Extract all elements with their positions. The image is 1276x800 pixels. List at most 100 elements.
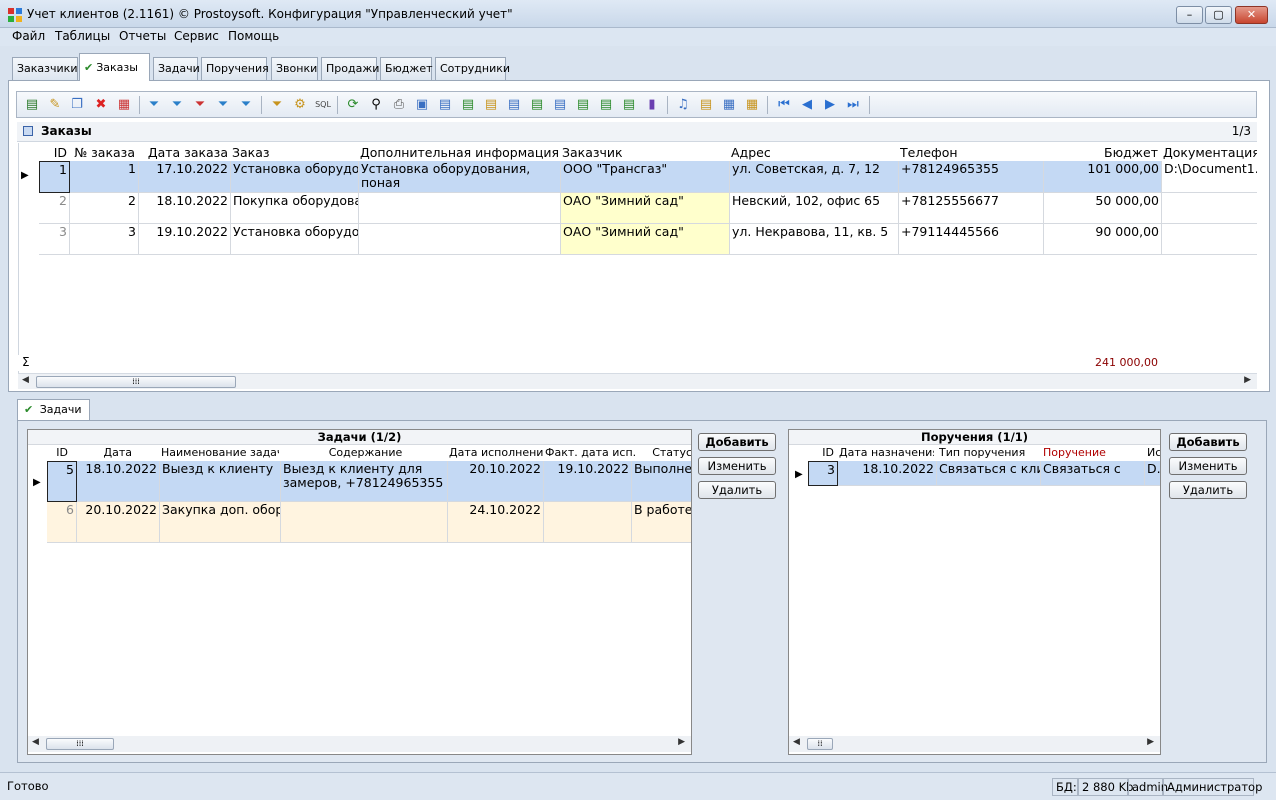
export-doc-icon[interactable]: ▤ [505, 96, 523, 114]
edit-task-button[interactable]: Изменить [698, 457, 776, 475]
col-header-assignment[interactable]: Поручение [1043, 446, 1143, 459]
chart-icon[interactable]: ▮ [643, 96, 661, 114]
scroll-left-icon[interactable]: ◀ [22, 375, 29, 385]
assignment-row-1-date[interactable]: 18.10.2022 [838, 461, 937, 486]
task-row-1-date[interactable]: 18.10.2022 [77, 461, 160, 502]
menu-tables[interactable]: Таблицы [55, 29, 110, 43]
col-header-extra[interactable]: Ис [1147, 446, 1160, 459]
filter-advanced-icon[interactable]: ⏷ [237, 96, 255, 114]
col-header-order-date[interactable]: Дата заказа [139, 145, 228, 160]
col-header-fact-date[interactable]: Факт. дата исп. [545, 446, 635, 459]
tab-calls[interactable]: Звонки [271, 57, 318, 80]
tab-assignments[interactable]: Поручения [201, 57, 269, 80]
col-header-phone[interactable]: Телефон [900, 145, 1040, 160]
task-row-1-id[interactable]: 5 [47, 461, 77, 502]
funnel-icon[interactable]: ⏷ [268, 96, 286, 114]
col-header-customer[interactable]: Заказчик [562, 145, 728, 160]
horizontal-scrollbar[interactable]: ◀ ⁞⁞⁞ ▶ [18, 373, 1257, 389]
export-excel-icon[interactable]: ▤ [459, 96, 477, 114]
export-csv-icon[interactable]: ▤ [551, 96, 569, 114]
task-row-1-status[interactable]: Выполне [632, 461, 691, 502]
tab-tasks[interactable]: Задачи [153, 57, 200, 80]
assignments-grid[interactable]: Поручения (1/1) ID Дата назначения Тип п… [788, 429, 1161, 755]
table-row-1-date[interactable]: 17.10.2022 [139, 161, 231, 193]
refresh-icon[interactable]: ⟳ [344, 96, 362, 114]
col-header-order-num[interactable]: № заказа [71, 145, 135, 160]
horizontal-scrollbar[interactable]: ◀ ⁞⁞ ▶ [789, 736, 1160, 752]
export-xls-icon[interactable]: ▤ [528, 96, 546, 114]
task-row-2-fact[interactable] [544, 502, 632, 543]
col-header-info[interactable]: Дополнительная информация [360, 145, 560, 160]
scroll-left-icon[interactable]: ◀ [32, 737, 39, 747]
delete-all-icon[interactable]: ▦ [115, 96, 133, 114]
menu-help[interactable]: Помощь [228, 29, 279, 43]
export-xml-icon[interactable]: ▤ [597, 96, 615, 114]
table-row-3-customer[interactable]: ОАО "Зимний сад" [561, 224, 730, 255]
menu-service[interactable]: Сервис [174, 29, 219, 43]
next-record-icon[interactable]: ▶ [821, 96, 839, 114]
filter-edit-icon[interactable]: ⏷ [214, 96, 232, 114]
export-file-icon[interactable]: ▤ [482, 96, 500, 114]
table-row-1-docs[interactable]: D:\Document1. [1162, 161, 1257, 193]
col-header-docs[interactable]: Документация [1163, 145, 1257, 160]
assignment-row-1-text[interactable]: Связаться с [1041, 461, 1145, 486]
scroll-thumb[interactable]: ⁞⁞⁞ [46, 738, 114, 750]
table-row-3-address[interactable]: ул. Некравова, 11, кв. 5 [730, 224, 899, 255]
scroll-thumb[interactable]: ⁞⁞ [807, 738, 833, 750]
filter-icon[interactable]: ⏷ [145, 96, 163, 114]
bookmark-icon[interactable]: ▤ [697, 96, 715, 114]
scroll-thumb[interactable]: ⁞⁞⁞ [36, 376, 236, 388]
scroll-left-icon[interactable]: ◀ [793, 737, 800, 747]
preview-icon[interactable]: ▣ [413, 96, 431, 114]
table-row-2-customer[interactable]: ОАО "Зимний сад" [561, 193, 730, 224]
table-row-2-num[interactable]: 2 [70, 193, 139, 224]
col-header-id[interactable]: ID [39, 145, 67, 160]
tab-tasks-detail[interactable]: ✔ Задачи [17, 399, 90, 421]
add-record-icon[interactable]: ▤ [23, 96, 41, 114]
menu-file[interactable]: Файл [12, 29, 45, 43]
scroll-right-icon[interactable]: ▶ [1244, 375, 1251, 385]
print-icon[interactable]: ⎙ [390, 96, 408, 114]
table-row-1-info[interactable]: Установка оборудования, поная [359, 161, 561, 193]
assignment-row-1-extra[interactable]: D. [1145, 461, 1160, 486]
first-record-icon[interactable]: ⏮ [775, 96, 793, 114]
scroll-right-icon[interactable]: ▶ [1147, 737, 1154, 747]
col-header-status[interactable]: Статус [637, 446, 691, 459]
table-row-3-date[interactable]: 19.10.2022 [139, 224, 231, 255]
task-row-1-name[interactable]: Выезд к клиенту [160, 461, 281, 502]
task-row-2-due[interactable]: 24.10.2022 [448, 502, 544, 543]
minimize-button[interactable]: – [1176, 6, 1203, 24]
close-button[interactable]: ✕ [1235, 6, 1268, 24]
assignment-row-1-id[interactable]: 3 [808, 461, 838, 486]
last-record-icon[interactable]: ⏭ [844, 96, 862, 114]
sort-icon[interactable]: ♫ [674, 96, 692, 114]
table-row-1-order[interactable]: Установка оборудо [231, 161, 359, 193]
export-word-icon[interactable]: ▤ [436, 96, 454, 114]
col-header-address[interactable]: Адрес [731, 145, 897, 160]
table-row-2-address[interactable]: Невский, 102, офис 65 [730, 193, 899, 224]
table-row-3-budget[interactable]: 90 000,00 [1044, 224, 1162, 255]
col-header-order[interactable]: Заказ [232, 145, 357, 160]
menu-reports[interactable]: Отчеты [119, 29, 166, 43]
table-row-1-address[interactable]: ул. Советская, д. 7, 12 [730, 161, 899, 193]
tab-sales[interactable]: Продажи [321, 57, 379, 80]
sql-icon[interactable]: SQL [314, 96, 332, 114]
scroll-right-icon[interactable]: ▶ [678, 737, 685, 747]
table-row-1-id[interactable]: 1 [39, 161, 70, 193]
tab-budget[interactable]: Бюджет [380, 57, 433, 80]
filter-clear-icon[interactable]: ⏷ [191, 96, 209, 114]
delete-icon[interactable]: ✖ [92, 96, 110, 114]
table-row-3-order[interactable]: Установка оборудо [231, 224, 359, 255]
table-row-2-order[interactable]: Покупка оборудова [231, 193, 359, 224]
horizontal-scrollbar[interactable]: ◀ ⁞⁞⁞ ▶ [28, 736, 691, 752]
task-row-1-fact[interactable]: 19.10.2022 [544, 461, 632, 502]
table-row-3-id[interactable]: 3 [39, 224, 70, 255]
columns-icon[interactable]: ▦ [720, 96, 738, 114]
col-header-id[interactable]: ID [46, 446, 68, 459]
col-header-task-name[interactable]: Наименование задачи [161, 446, 279, 459]
search-binoculars-icon[interactable]: ⚲ [367, 96, 385, 114]
group-icon[interactable]: ⚙ [291, 96, 309, 114]
table-row-2-budget[interactable]: 50 000,00 [1044, 193, 1162, 224]
tab-orders[interactable]: ✔ Заказы [79, 53, 150, 81]
delete-assignment-button[interactable]: Удалить [1169, 481, 1247, 499]
